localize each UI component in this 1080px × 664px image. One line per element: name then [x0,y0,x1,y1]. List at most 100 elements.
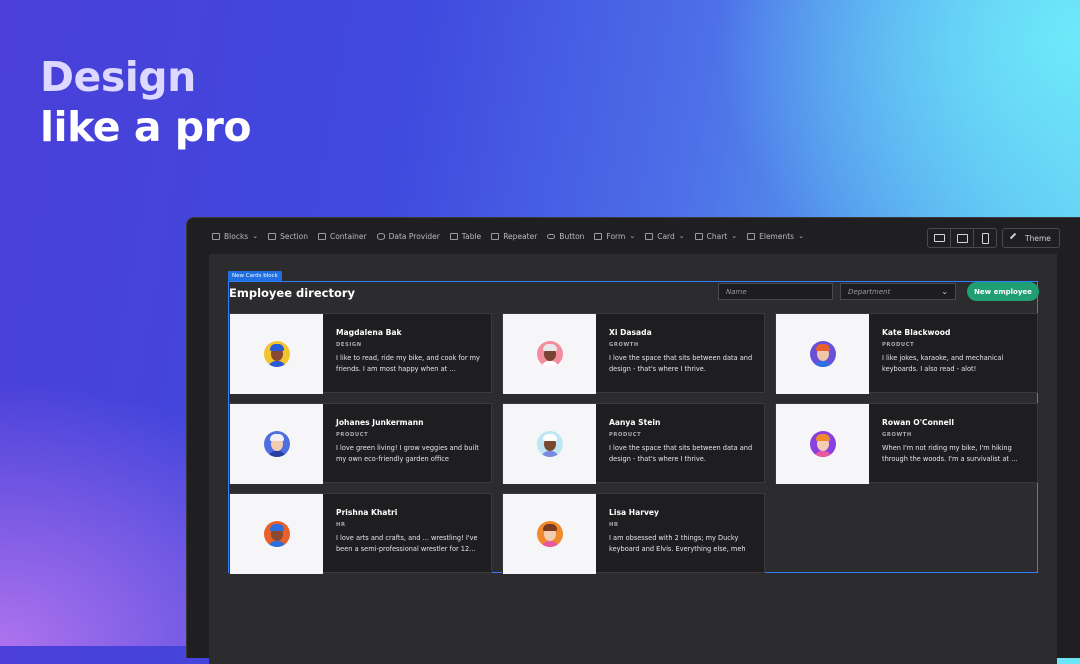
tablet-view-button[interactable] [951,229,974,247]
name-filter-input[interactable]: Name [718,283,833,300]
employee-info: Rowan O'Connell GROWTH When I'm not riding… [882,418,1032,464]
device-switcher [927,228,997,248]
employee-card[interactable]: Rowan O'Connell GROWTH When I'm not riding… [775,403,1038,484]
chevron-down-icon: ⌄ [941,287,948,296]
editor-toolbar: Blocks ⌄ Section Container Data Provider… [187,218,1080,254]
employee-department: PRODUCT [609,432,642,438]
employee-bio: I love arts and crafts, and ... wrestlin… [336,534,478,553]
employee-photo [776,314,869,394]
employee-name: Prishna Khatri [336,508,398,517]
toolbar-section-label: Section [280,231,308,241]
hero-line-2: like a pro [40,103,252,151]
cards-block[interactable]: Employee directory Name Department ⌄ New… [228,281,1039,574]
employee-name: Rowan O'Connell [882,418,954,427]
toolbar-button[interactable]: Button [542,232,589,241]
employee-photo [503,494,596,574]
toolbar-table-label: Table [461,231,482,241]
chevron-down-icon: ⌄ [678,232,685,240]
toolbar-card[interactable]: Card ⌄ [640,232,689,241]
toolbar-container[interactable]: Container [313,232,372,241]
toolbar-card-label: Card [657,231,675,241]
employee-photo [230,314,323,394]
employee-bio: I like jokes, karaoke, and mechanical ke… [882,354,1004,373]
chevron-down-icon: ⌄ [731,232,738,240]
toolbar-blocks[interactable]: Blocks ⌄ [207,232,263,241]
toolbar-elements[interactable]: Elements ⌄ [742,232,809,241]
department-select[interactable]: Department ⌄ [840,283,956,300]
new-employee-button[interactable]: New employee [967,282,1039,301]
avatar [809,341,836,367]
hero-line-1: Design [40,53,196,101]
employee-card[interactable]: Xi Dasada GROWTH I love the space that sit… [502,313,765,394]
employee-photo [503,314,596,394]
toolbar-container-label: Container [329,231,367,241]
toolbar-data-provider-label: Data Provider [388,231,440,241]
employee-name: Kate Blackwood [882,328,951,337]
block-tag[interactable]: New Cards block [228,271,282,281]
hero-heading: Design like a pro [40,52,252,152]
desktop-view-button[interactable] [928,229,951,247]
employee-card[interactable]: Aanya Stein PRODUCT I love the space that … [502,403,765,484]
employee-bio: I like to read, ride my bike, and cook f… [336,354,480,373]
toolbar-repeater[interactable]: Repeater [486,232,542,241]
mobile-icon [981,232,989,244]
employee-department: HR [336,522,346,528]
employee-info: Xi Dasada GROWTH I love the space that sit… [609,328,759,374]
chevron-down-icon: ⌄ [798,232,804,240]
employee-card[interactable]: Magdalena Bak DESIGN I like to read, ride … [229,313,492,394]
employee-department: DESIGN [336,342,362,348]
employee-photo [503,404,596,484]
toolbar-section[interactable]: Section [263,232,313,241]
container-icon [317,232,326,240]
page-title: Employee directory [229,286,356,300]
avatar [263,341,290,367]
avatar [263,521,290,547]
toolbar-form-label: Form [606,231,626,241]
database-icon [376,232,385,240]
employee-card[interactable]: Lisa Harvey HR I am obsessed with 2 things… [502,493,765,574]
employee-info: Kate Blackwood PRODUCT I like jokes, karao… [882,328,1032,374]
employee-name: Aanya Stein [609,418,661,427]
app-window: Blocks ⌄ Section Container Data Provider… [186,217,1080,664]
chevron-down-icon: ⌄ [629,232,636,240]
employee-department: PRODUCT [336,432,369,438]
theme-button[interactable]: Theme [1002,228,1060,248]
employee-name: Johanes Junkermann [336,418,424,427]
employee-bio: I love green living! I grow veggies and … [336,444,479,463]
employee-card[interactable]: Prishna Khatri HR I love arts and crafts, … [229,493,492,574]
employee-department: HR [609,522,619,528]
employee-bio: I love the space that sits between data … [609,354,753,373]
employee-department: GROWTH [609,342,639,348]
toolbar-chart[interactable]: Chart ⌄ [690,232,743,241]
button-icon [547,233,556,239]
employee-info: Johanes Junkermann PRODUCT I love green li… [336,418,486,464]
toolbar-form[interactable]: Form ⌄ [589,232,640,241]
toolbar-data-provider[interactable]: Data Provider [372,232,445,241]
department-placeholder: Department [848,287,891,296]
mobile-view-button[interactable] [974,229,996,247]
elements-icon [747,232,756,240]
brush-icon [1009,232,1022,244]
form-icon [594,232,603,240]
toolbar-repeater-label: Repeater [503,231,538,241]
employee-name: Lisa Harvey [609,508,660,517]
toolbar-blocks-label: Blocks [224,231,249,241]
avatar [263,431,290,457]
employee-card[interactable]: Johanes Junkermann PRODUCT I love green li… [229,403,492,484]
employee-info: Magdalena Bak DESIGN I like to read, ride … [336,328,486,374]
employee-department: PRODUCT [882,342,915,348]
employee-card[interactable]: Kate Blackwood PRODUCT I like jokes, karao… [775,313,1038,394]
repeater-icon [491,232,500,240]
table-icon [449,232,458,240]
chart-icon [694,232,703,240]
desktop-icon [933,234,945,242]
employee-name: Xi Dasada [609,328,652,337]
employee-bio: I am obsessed with 2 things; my Ducky ke… [609,534,746,553]
employee-department: GROWTH [882,432,912,438]
employee-photo [776,404,869,484]
avatar [809,431,836,457]
toolbar-table[interactable]: Table [445,232,486,241]
card-icon [645,232,654,240]
theme-label: Theme [1025,233,1051,243]
employee-info: Aanya Stein PRODUCT I love the space that … [609,418,759,464]
